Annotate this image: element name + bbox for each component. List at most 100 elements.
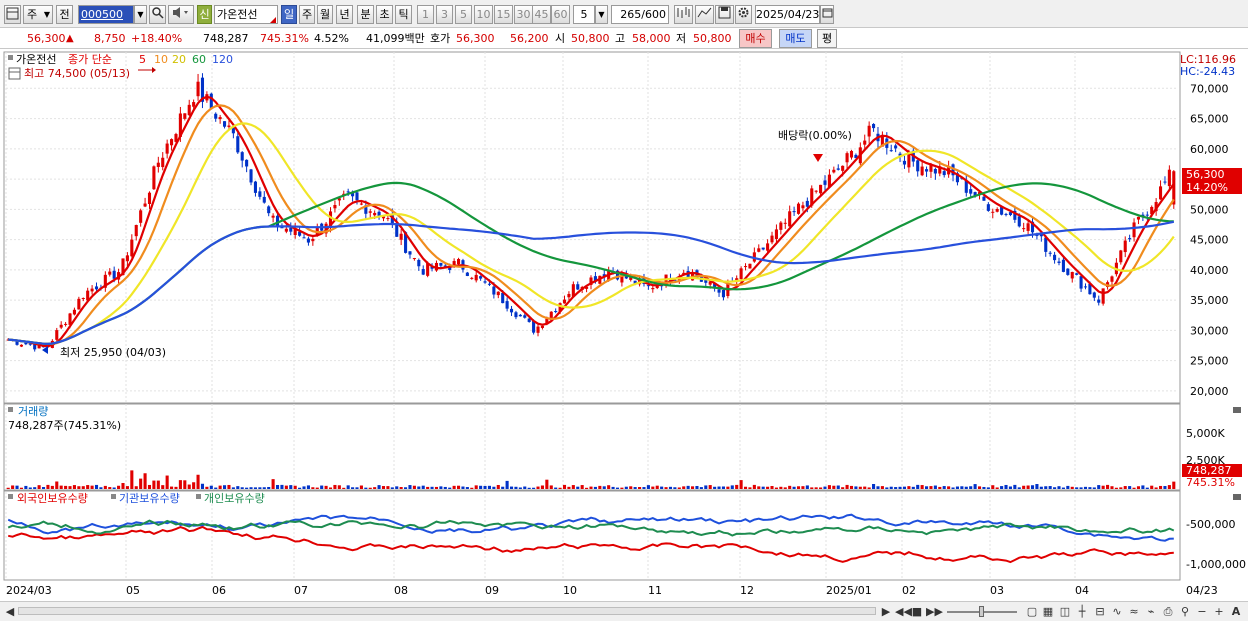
gear-icon[interactable] bbox=[735, 5, 752, 24]
candle-body bbox=[483, 281, 487, 283]
volume-bar bbox=[1101, 485, 1105, 489]
volume-panel-maximize-icon[interactable] bbox=[1233, 407, 1241, 413]
horizontal-scrollbar[interactable] bbox=[18, 607, 876, 615]
candle-body bbox=[496, 291, 500, 296]
window-icon[interactable]: ▢ bbox=[1025, 604, 1039, 619]
volume-bar bbox=[523, 486, 527, 489]
scroll-left-icon[interactable]: ◀ bbox=[4, 604, 16, 619]
candle-body bbox=[576, 284, 580, 290]
period-month-button[interactable]: 월 bbox=[317, 5, 333, 24]
volume-bar bbox=[1030, 485, 1035, 489]
minute-45-button[interactable]: 45 bbox=[532, 5, 551, 24]
date-tick-label: 2024/03 bbox=[6, 584, 52, 597]
scroll-right-icon[interactable]: ▶ bbox=[880, 604, 892, 619]
trend-icon[interactable]: ∿ bbox=[1110, 604, 1124, 619]
candle-body bbox=[995, 209, 999, 212]
volume-bar bbox=[196, 474, 200, 489]
minute-30-button[interactable]: 30 bbox=[514, 5, 533, 24]
period-week-button[interactable]: 주 bbox=[299, 5, 315, 24]
volume-bar bbox=[788, 485, 792, 489]
zoom-out-icon[interactable]: − bbox=[1195, 604, 1209, 619]
volume-bar bbox=[849, 485, 854, 489]
buy-button[interactable]: 매수 bbox=[739, 29, 772, 48]
holdings-panel-handle-icon[interactable] bbox=[8, 494, 13, 499]
stock-code-input[interactable]: 000500 bbox=[78, 5, 134, 24]
tile-icon[interactable]: ▦ bbox=[1041, 604, 1055, 619]
candle-body bbox=[333, 204, 337, 209]
candle-body bbox=[889, 150, 893, 152]
volume-bar bbox=[209, 485, 213, 489]
period-year-button[interactable]: 년 bbox=[336, 5, 353, 24]
candle-body bbox=[925, 169, 929, 172]
legend-individual: 개인보유수량 bbox=[204, 492, 265, 505]
minute-custom-input[interactable]: 5 bbox=[573, 5, 595, 24]
stock-chart[interactable]: 가온전선 종가 단순 5 10 20 60 120 최고 74,500 (05/… bbox=[0, 50, 1248, 601]
sound-icon[interactable] bbox=[168, 5, 194, 24]
zoom-slider-handle[interactable] bbox=[979, 606, 984, 617]
volume-bar bbox=[346, 485, 350, 489]
forward-icon[interactable]: ▶▶ bbox=[926, 604, 943, 619]
calendar-icon[interactable] bbox=[820, 5, 834, 24]
stop-icon[interactable]: ■ bbox=[911, 604, 923, 619]
volume-panel-handle-icon[interactable] bbox=[8, 407, 13, 412]
holdings-panel-maximize-icon[interactable] bbox=[1233, 494, 1241, 500]
minute-60-button[interactable]: 60 bbox=[551, 5, 570, 24]
volume-bar bbox=[977, 486, 982, 489]
price-tick-label: 50,000 bbox=[1190, 203, 1229, 216]
market-select[interactable]: 주 ▼ bbox=[23, 5, 53, 24]
minute-15-button[interactable]: 15 bbox=[494, 5, 513, 24]
volume-bar bbox=[99, 487, 103, 489]
minute-5-button[interactable]: 5 bbox=[455, 5, 472, 24]
volume-bar bbox=[995, 487, 999, 489]
candle-body bbox=[836, 168, 840, 170]
candle-body bbox=[1136, 216, 1141, 220]
volume-bar bbox=[205, 486, 209, 489]
eval-button[interactable]: 평 bbox=[817, 29, 837, 48]
candle-body bbox=[187, 104, 191, 116]
period-day-button[interactable]: 일 bbox=[281, 5, 297, 24]
ruler-icon[interactable]: ⊟ bbox=[1093, 604, 1107, 619]
indicator-icon[interactable] bbox=[674, 5, 693, 24]
search-icon[interactable] bbox=[149, 5, 166, 24]
volume-bar bbox=[457, 485, 461, 489]
auto-scale-icon[interactable]: A bbox=[1229, 604, 1243, 619]
save-icon[interactable] bbox=[715, 5, 734, 24]
search-small-icon[interactable]: ⚲ bbox=[1178, 604, 1192, 619]
sell-button[interactable]: 매도 bbox=[779, 29, 812, 48]
code-dropdown-icon[interactable]: ▼ bbox=[134, 5, 147, 24]
layout-icon[interactable] bbox=[4, 5, 21, 24]
rewind-icon[interactable]: ◀◀ bbox=[895, 604, 912, 619]
table-toggle-icon[interactable] bbox=[8, 67, 21, 80]
period-minute-button[interactable]: 분 bbox=[357, 5, 374, 24]
minute-dropdown-icon[interactable]: ▼ bbox=[595, 5, 608, 24]
stock-name-field[interactable]: 가온전선 bbox=[214, 5, 278, 24]
period-second-button[interactable]: 초 bbox=[376, 5, 393, 24]
candle-body bbox=[1159, 186, 1163, 200]
magnet-icon[interactable]: ⌁ bbox=[1144, 604, 1158, 619]
draw-tool-icon[interactable] bbox=[695, 5, 714, 24]
split-icon[interactable]: ◫ bbox=[1058, 604, 1072, 619]
candle-body bbox=[90, 288, 94, 292]
minute-3-button[interactable]: 3 bbox=[436, 5, 453, 24]
date-input[interactable]: 2025/04/23 bbox=[755, 5, 820, 24]
period-tick-button[interactable]: 틱 bbox=[395, 5, 412, 24]
volume-bar bbox=[439, 486, 443, 489]
panel-handle-icon[interactable] bbox=[8, 55, 13, 60]
minute-1-button[interactable]: 1 bbox=[417, 5, 434, 24]
volume-bar bbox=[328, 487, 333, 489]
print-icon[interactable]: ⎙ bbox=[1161, 604, 1175, 619]
volume-bar bbox=[1083, 486, 1088, 489]
crosshair-icon[interactable]: ┼ bbox=[1075, 604, 1089, 619]
data-count-field[interactable]: 265/600 bbox=[611, 5, 669, 24]
legend-institution: 기관보유수량 bbox=[119, 492, 180, 505]
volume-bar bbox=[858, 486, 862, 489]
zoom-in-icon[interactable]: + bbox=[1212, 604, 1226, 619]
minute-10-button[interactable]: 10 bbox=[474, 5, 493, 24]
volume-bar bbox=[567, 486, 571, 489]
pattern-icon[interactable]: ≈ bbox=[1127, 604, 1141, 619]
volume-bar bbox=[1154, 487, 1158, 489]
period-kind-button[interactable]: 전 bbox=[56, 5, 73, 24]
volume-bar bbox=[11, 485, 15, 489]
candle-body bbox=[1083, 286, 1088, 288]
volume-bar bbox=[324, 485, 328, 489]
